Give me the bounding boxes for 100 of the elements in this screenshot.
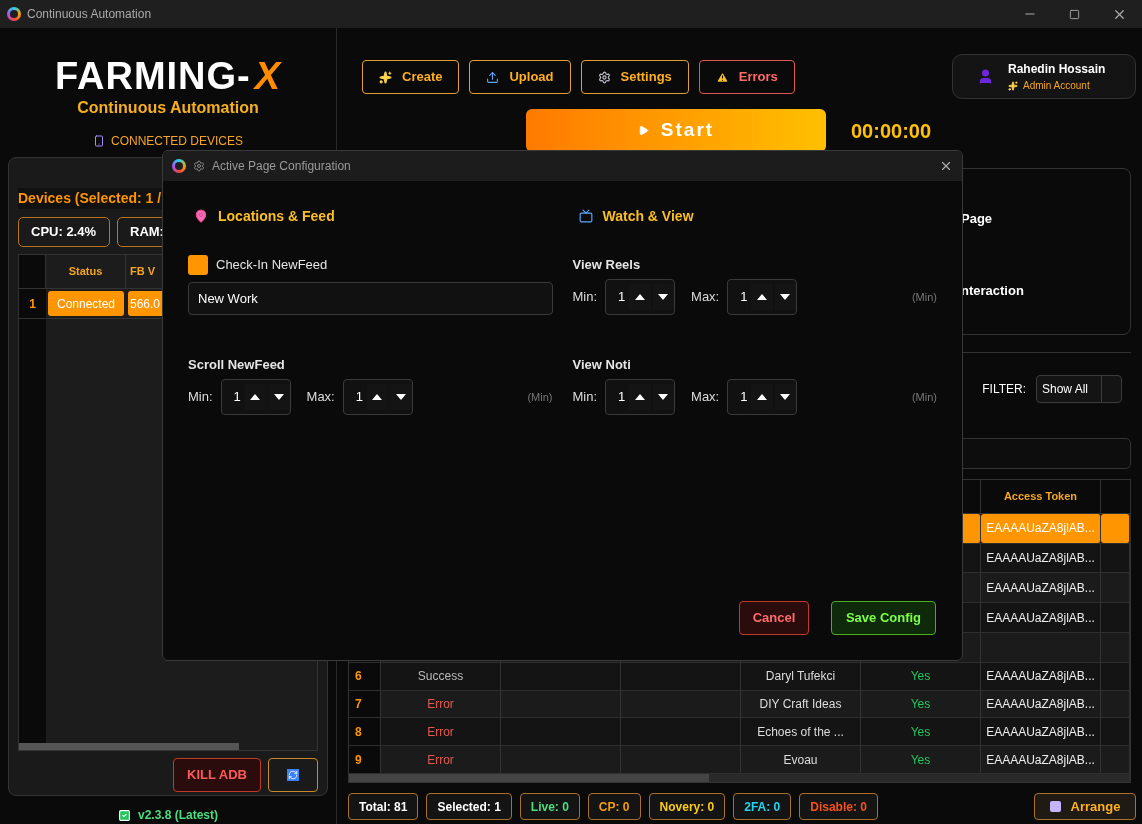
counter-badge: Total: 81 [348,793,419,820]
sparkles-icon [379,70,392,84]
row-number: 9 [349,746,381,773]
number-spinner[interactable]: 1 [727,379,798,415]
toolbar-button[interactable]: Errors [698,60,795,94]
profile-role: Admin Account [1023,79,1090,93]
counter-badge: Disable: 0 [799,793,878,820]
unit-label: (Min) [911,389,937,405]
status-cell: Error [381,746,501,773]
name-cell: Evoau [741,746,861,773]
token-cell: EAAAAUaZA8jlAB... [981,603,1101,632]
status-cell: Error [381,718,501,746]
logo-tagline: Continuous Automation [77,98,259,118]
caret-down-icon [658,294,669,300]
square-icon [1049,801,1061,812]
checkbox[interactable] [188,255,208,275]
toolbar-button[interactable]: Settings [580,60,689,94]
caret-up-icon [250,394,261,400]
save-config-button[interactable]: Save Config [831,601,936,635]
counter-badge: CP: 0 [587,793,641,820]
min-label: Min: [572,388,598,407]
counter-badge: Selected: 1 [426,793,512,820]
max-label: Max: [306,388,335,407]
scrollbar[interactable] [19,743,239,750]
user-icon [977,68,994,85]
number-spinner[interactable]: 1 [342,379,413,415]
status-cell: Connected [48,291,124,316]
section-heading: CONNECTED DEVICES [111,134,243,148]
token-cell: EAAAAUaZA8jlAB... [981,690,1101,718]
devices-title: Devices (Selected: 1 / [18,188,164,209]
counter-badge: 2FA: 0 [733,793,792,820]
number-spinner[interactable]: 1 [727,279,798,315]
refresh-button[interactable] [268,758,318,792]
token-cell: EAAAAUaZA8jlAB... [981,662,1101,690]
profile-card[interactable]: Rahedin Hossain Admin Account [952,54,1136,99]
unit-label: (Min) [911,289,937,305]
column-header: Access Token [981,480,1101,513]
caret-up-icon [372,394,383,400]
caret-down-icon [780,394,791,400]
settings-icon [193,160,205,172]
toolbar-button[interactable]: Create [362,60,460,94]
pin-icon [194,209,208,223]
scrollbar[interactable] [349,774,709,782]
caret-down-icon [658,394,669,400]
live-cell: Yes [861,746,981,773]
text-field[interactable]: New Work [188,282,553,315]
logo-mark: X [254,56,282,96]
check-icon [117,808,131,822]
token-cell: EAAAAUaZA8jlAB... [981,543,1101,573]
maximize-icon [1069,8,1080,20]
profile-name: Rahedin Hossain [1008,61,1106,78]
number-spinner[interactable]: 1 [605,279,676,315]
counter-badge: Live: 0 [519,793,580,820]
dialog-title: Active Page Configuration [212,158,351,175]
range-label: Scroll NewFeed [188,356,286,373]
name-cell: Daryl Tufekci [741,662,861,690]
app-logo-icon [172,159,186,173]
section-title: Watch & View [602,206,694,226]
sparkles-icon [1008,80,1018,91]
number-spinner[interactable]: 1 [605,379,676,415]
live-cell: Yes [861,718,981,746]
status-cell: Error [381,690,501,718]
live-cell: Yes [861,690,981,718]
caret-up-icon [756,294,767,300]
row-number: 8 [349,718,381,746]
filter-dropdown[interactable]: Show All [1036,374,1122,403]
number-spinner[interactable]: 1 [220,379,291,415]
phone-icon [93,135,105,147]
caret-down-icon [395,394,406,400]
row-number: 1 [19,289,46,318]
caret-up-icon [634,394,645,400]
app-logo-icon [7,7,21,21]
toolbar-button[interactable]: Upload [469,60,571,94]
filter-label: FILTER: [982,380,1026,398]
refresh-icon [287,769,299,781]
status-cell: Success [381,662,501,690]
section-title: Locations & Feed [218,206,335,226]
live-cell: Yes [861,662,981,690]
settings-icon [597,70,611,84]
range-label: View Reels [572,256,642,273]
caret-up-icon [634,294,645,300]
cancel-button[interactable]: Cancel [739,601,809,635]
caret-down-icon [780,294,791,300]
option-label: nteraction [961,281,1025,300]
max-label: Max: [691,388,720,407]
range-label: View Noti [572,356,632,373]
arrange-button[interactable]: Arrange [1034,793,1136,820]
counter-badge: Novery: 0 [648,793,726,820]
timer: 00:00:00 [851,118,932,144]
row-number: 6 [349,662,381,690]
window-title: Continuous Automation [27,6,152,23]
token-cell: EAAAAUaZA8jlAB... [981,573,1101,603]
tv-icon [578,209,593,223]
logo-wordmark: FARMING- [54,56,251,96]
token-cell: EAAAAUaZA8jlAB... [981,513,1101,543]
kill-adb-button[interactable]: KILL ADB [173,758,261,792]
version-label: v2.3.8 (Latest) [137,807,218,824]
token-cell: EAAAAUaZA8jlAB... [981,718,1101,746]
close-icon [939,159,953,173]
name-cell: Echoes of the ... [741,718,861,746]
